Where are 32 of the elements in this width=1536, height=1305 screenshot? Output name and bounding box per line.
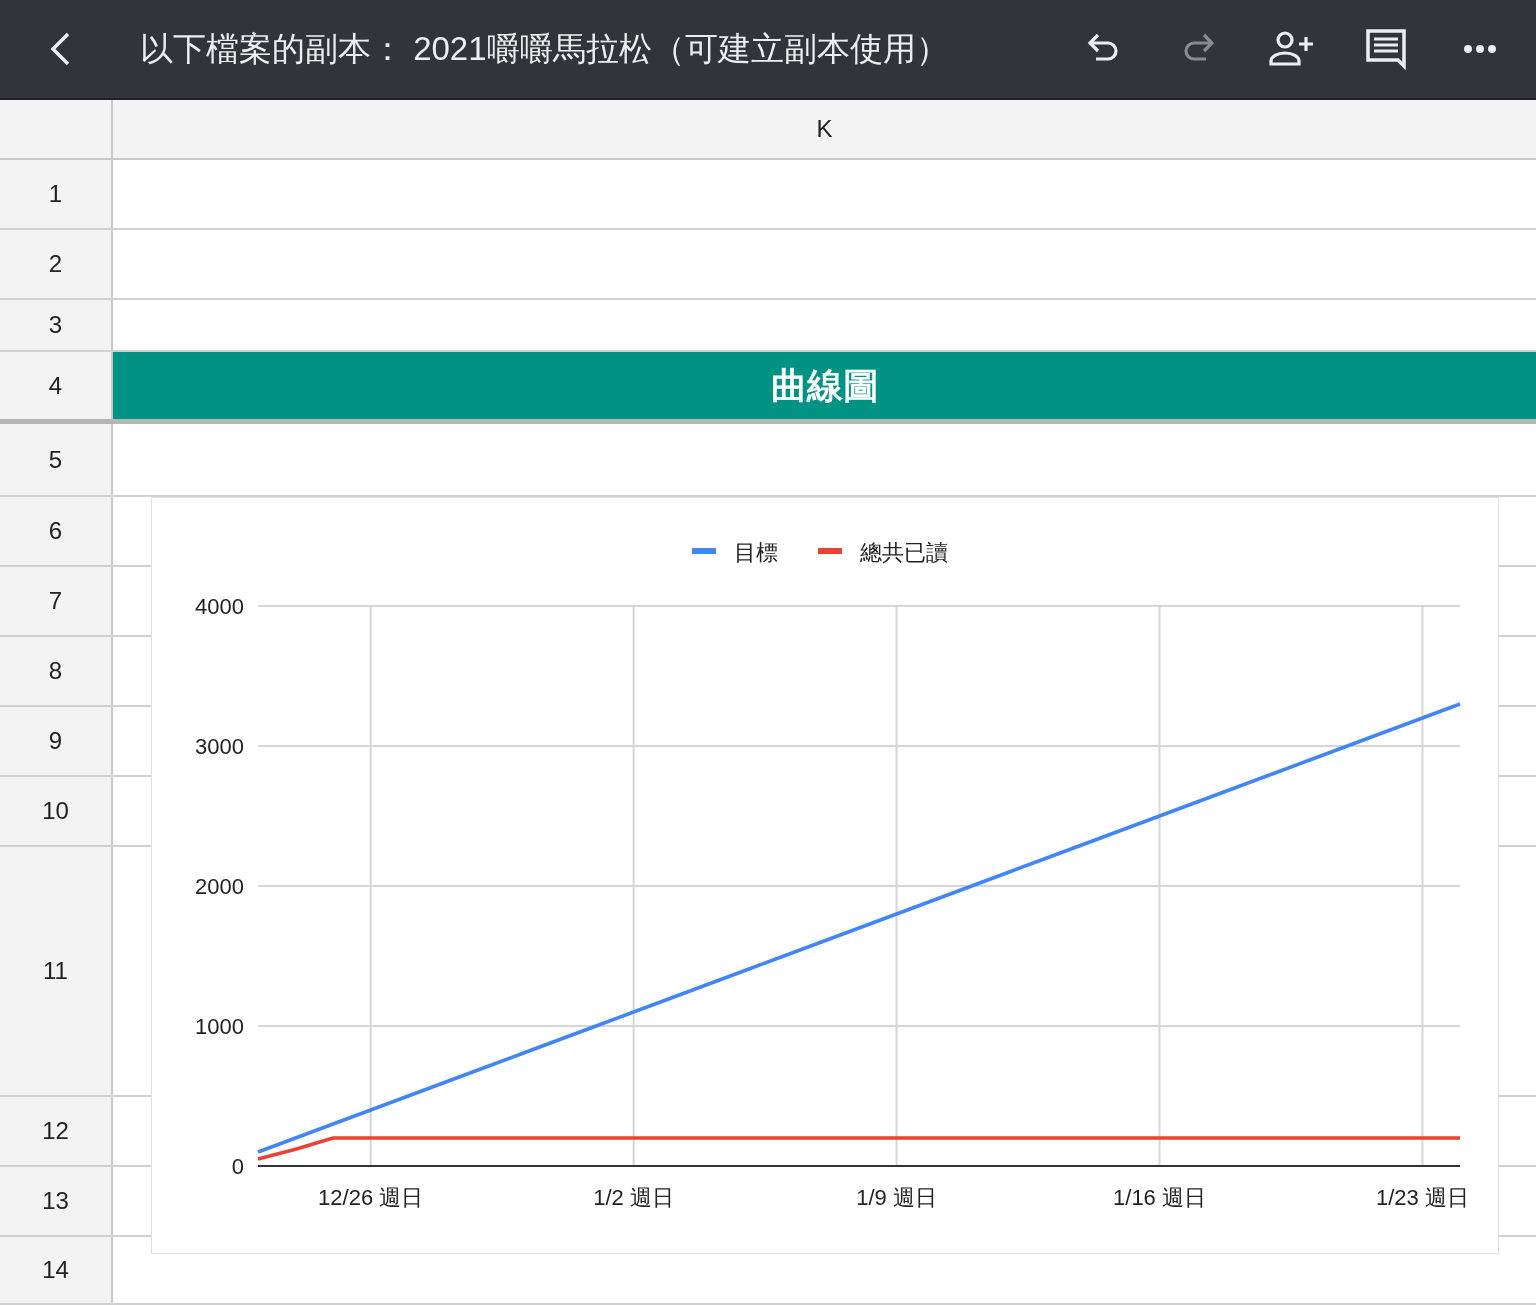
document-title: 以下檔案的副本： 2021嚼嚼馬拉松（可建立副本使用） bbox=[140, 29, 949, 70]
comment-icon bbox=[1365, 28, 1407, 70]
y-axis-label: 1000 bbox=[195, 1014, 244, 1039]
title-banner: 曲線圖 bbox=[113, 352, 1536, 419]
x-axis-label: 1/9 週日 bbox=[856, 1185, 937, 1210]
row-header[interactable]: 3 bbox=[0, 300, 113, 350]
x-axis-label: 1/23 週日 bbox=[1375, 1185, 1469, 1210]
row-header[interactable]: 6 bbox=[0, 497, 113, 565]
y-axis-label: 0 bbox=[231, 1154, 244, 1179]
row-header[interactable]: 5 bbox=[0, 424, 113, 495]
row-header[interactable]: 14 bbox=[0, 1237, 113, 1303]
y-axis-label: 3000 bbox=[195, 734, 244, 759]
x-axis-label: 12/26 週日 bbox=[318, 1185, 424, 1210]
row-header[interactable]: 1 bbox=[0, 160, 113, 228]
row-header[interactable]: 13 bbox=[0, 1167, 113, 1235]
row-header[interactable]: 4 bbox=[0, 352, 113, 419]
add-person-icon bbox=[1269, 30, 1315, 68]
row-header[interactable]: 2 bbox=[0, 230, 113, 298]
y-axis-label: 4000 bbox=[195, 594, 244, 619]
x-axis-label: 1/2 週日 bbox=[593, 1185, 674, 1210]
row-header[interactable]: 7 bbox=[0, 567, 113, 635]
row-header[interactable]: 12 bbox=[0, 1097, 113, 1165]
row-header[interactable]: 11 bbox=[0, 847, 113, 1095]
legend-label: 目標 bbox=[734, 540, 778, 565]
more-icon bbox=[1463, 44, 1497, 54]
y-axis-label: 2000 bbox=[195, 874, 244, 899]
row-header[interactable]: 8 bbox=[0, 637, 113, 705]
row-header[interactable]: 10 bbox=[0, 777, 113, 845]
row-header[interactable]: 9 bbox=[0, 707, 113, 775]
legend-label: 總共已讀 bbox=[860, 540, 948, 565]
x-axis-label: 1/16 週日 bbox=[1113, 1185, 1206, 1210]
back-icon bbox=[48, 31, 72, 67]
